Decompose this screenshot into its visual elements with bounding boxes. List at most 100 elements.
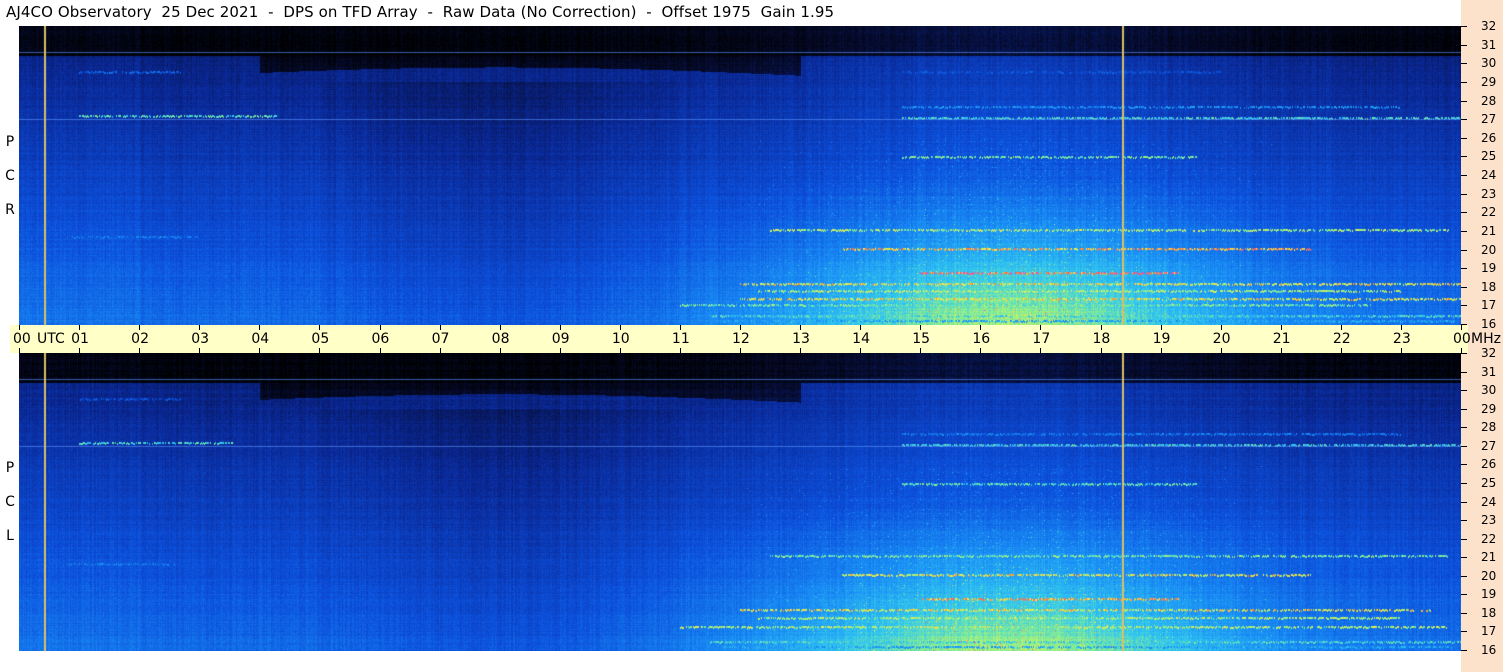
mhz-tick-label: 19 [1481, 587, 1497, 602]
mhz-tick-label: 18 [1481, 605, 1497, 620]
mhz-tick-mark [1461, 520, 1467, 522]
mhz-tick-mark [1461, 286, 1467, 288]
utc-tick-mark [1461, 325, 1462, 330]
mhz-tick-mark [1461, 594, 1467, 596]
mhz-tick-mark [1461, 650, 1467, 651]
mhz-tick-label: 21 [1481, 550, 1497, 565]
utc-tick-label: 13 [792, 331, 810, 347]
mhz-tick-label: 22 [1481, 531, 1497, 546]
utc-tick-label: 01 [71, 331, 89, 347]
mhz-tick-mark [1461, 575, 1467, 577]
mhz-tick-mark [1461, 63, 1467, 65]
utc-tick-mark [1160, 325, 1162, 330]
mhz-tick-label: 23 [1481, 186, 1497, 201]
utc-tick-mark [860, 325, 862, 330]
mhz-tick-mark [1461, 249, 1467, 251]
rcp-label-c: C [5, 168, 15, 184]
mhz-tick-mark [1461, 175, 1467, 176]
utc-tick-label: 14 [852, 331, 870, 347]
mhz-tick-mark [1461, 371, 1467, 373]
mhz-tick-label: 25 [1481, 475, 1497, 490]
mhz-tick-mark [1461, 156, 1467, 158]
utc-tick-label: 17 [1032, 331, 1051, 347]
mhz-tick-mark [1461, 445, 1467, 447]
mhz-tick-mark [1461, 137, 1467, 139]
lcp-spectrogram [19, 353, 1461, 651]
mhz-tick-label: 29 [1481, 74, 1497, 89]
mhz-tick-label: 18 [1481, 279, 1497, 294]
mhz-tick-label: 20 [1481, 242, 1497, 257]
mhz-tick-label: 17 [1481, 298, 1497, 313]
mhz-tick-mark [1461, 557, 1467, 559]
rcp-spectrogram [19, 26, 1461, 325]
mhz-tick-mark [1461, 427, 1467, 429]
utc-tick-label: MHz [1471, 331, 1501, 347]
mhz-tick-label: 21 [1481, 223, 1497, 238]
mhz-tick-mark [1461, 100, 1467, 102]
utc-tick-mark [800, 325, 802, 330]
utc-tick-mark [1220, 325, 1222, 330]
utc-tick-mark [379, 325, 381, 330]
mhz-tick-mark [1461, 353, 1467, 354]
mhz-tick-label: 16 [1481, 317, 1497, 331]
utc-tick-mark [559, 348, 561, 353]
utc-tick-mark [559, 325, 561, 330]
mhz-tick-label: 20 [1481, 568, 1497, 583]
utc-tick-label: 10 [611, 331, 630, 347]
utc-tick-label: 02 [131, 331, 149, 347]
lcp-label-l: P [5, 460, 15, 476]
utc-tick-mark [679, 348, 681, 353]
utc-tick-label: 05 [311, 331, 330, 347]
mhz-tick-mark [1461, 408, 1467, 410]
utc-tick-mark [860, 348, 862, 353]
utc-tick-mark [439, 325, 441, 330]
utc-tick-mark [19, 348, 20, 353]
utc-tick-mark [1400, 348, 1402, 353]
mhz-tick-mark [1461, 612, 1467, 614]
utc-tick-mark [920, 325, 922, 330]
mhz-tick-label: 30 [1481, 56, 1497, 71]
mhz-tick-mark [1461, 324, 1467, 325]
utc-tick-label: 12 [732, 331, 750, 347]
utc-tick-mark [1220, 348, 1222, 353]
mhz-tick-label: 27 [1481, 438, 1497, 453]
mhz-tick-mark [1461, 193, 1467, 195]
utc-tick-mark [499, 348, 501, 353]
utc-tick-label: 15 [912, 331, 931, 347]
mhz-tick-mark [1461, 631, 1467, 633]
mhz-tick-label: 31 [1481, 37, 1497, 52]
chart-title: AJ4CO Observatory 25 Dec 2021 - DPS on T… [6, 3, 835, 21]
mhz-tick-mark [1461, 268, 1467, 270]
utc-tick-label: 22 [1332, 331, 1351, 347]
utc-tick-label: 00 [13, 331, 31, 347]
utc-tick-label: 00 [1453, 331, 1471, 347]
utc-tick-label: 16 [972, 331, 991, 347]
mhz-tick-label: 29 [1481, 401, 1497, 416]
utc-tick-mark [980, 348, 982, 353]
utc-tick-mark [1040, 348, 1042, 353]
utc-tick-mark [920, 348, 922, 353]
mhz-tick-label: 16 [1481, 643, 1497, 657]
utc-tick-mark [439, 348, 441, 353]
utc-tick-mark [259, 325, 261, 330]
utc-tick-label: 03 [191, 331, 210, 347]
mhz-tick-label: 26 [1481, 457, 1497, 472]
utc-tick-label: UTC [37, 331, 65, 347]
utc-tick-mark [319, 348, 321, 353]
utc-tick-label: 21 [1272, 331, 1291, 347]
lcp-label-p: L [6, 528, 14, 544]
mhz-tick-mark [1461, 44, 1467, 46]
rcp-label-r: P [5, 134, 15, 150]
mhz-tick-label: 25 [1481, 149, 1497, 164]
utc-tick-mark [1160, 348, 1162, 353]
utc-tick-label: 06 [371, 331, 390, 347]
utc-tick-mark [1100, 348, 1102, 353]
utc-tick-label: 20 [1212, 331, 1231, 347]
utc-tick-mark [1400, 325, 1402, 330]
mhz-tick-label: 30 [1481, 383, 1497, 398]
mhz-tick-mark [1461, 119, 1467, 121]
utc-tick-mark [980, 325, 982, 330]
mhz-tick-label: 24 [1481, 168, 1497, 182]
utc-tick-label: 08 [491, 331, 510, 347]
mhz-tick-label: 26 [1481, 130, 1497, 145]
